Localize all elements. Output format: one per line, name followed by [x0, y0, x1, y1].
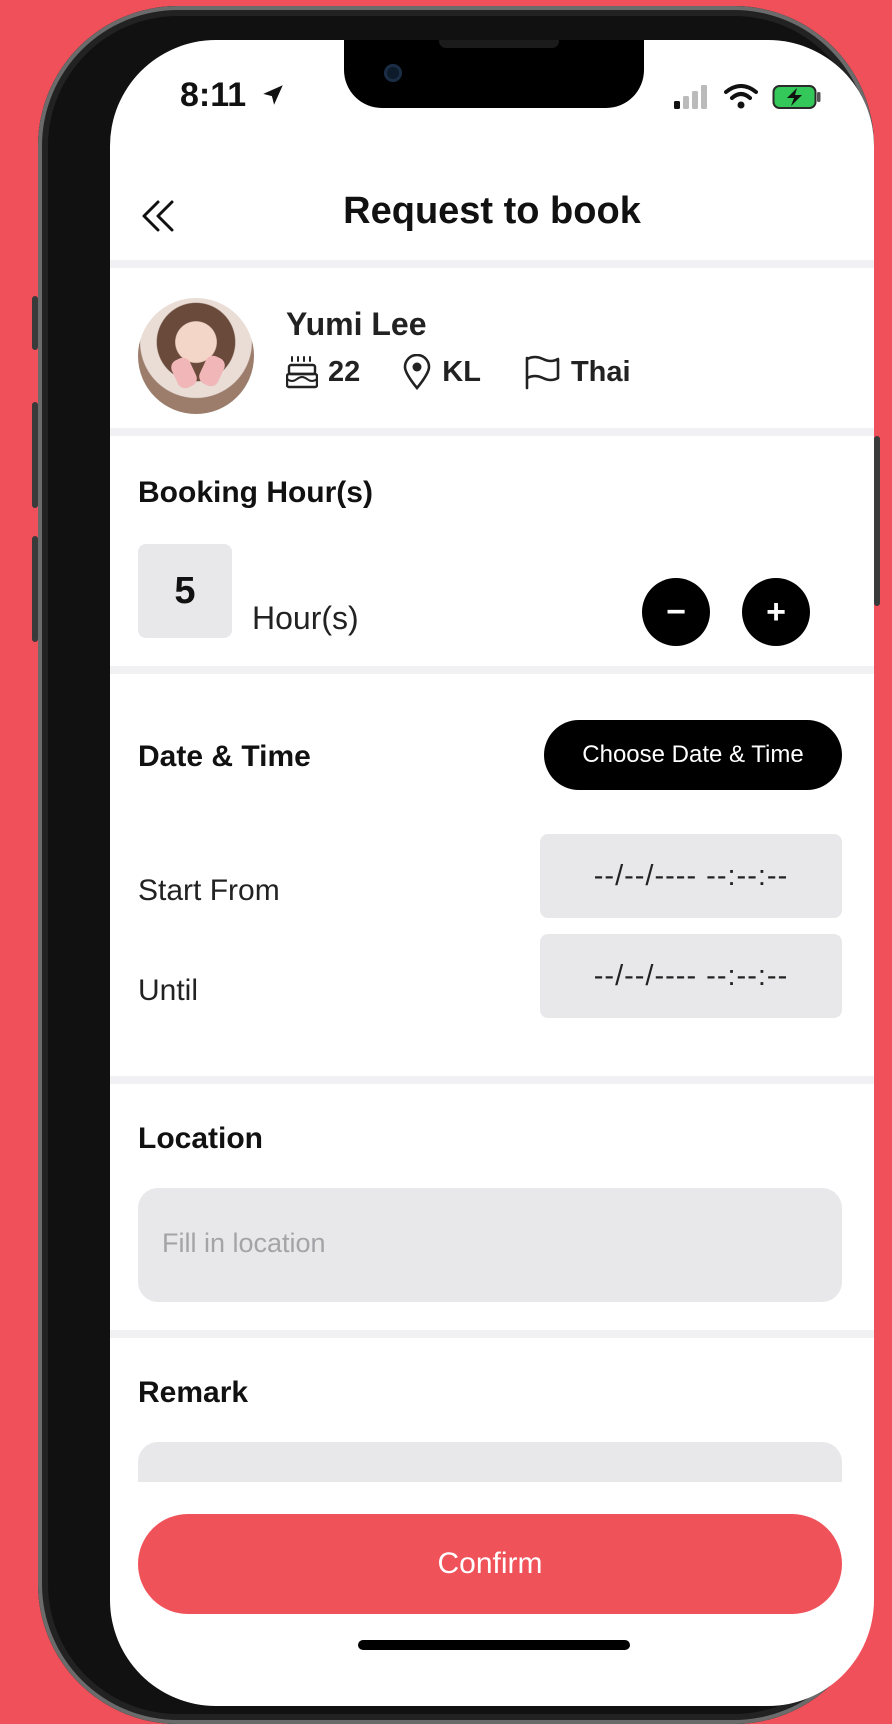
profile-location: KL: [442, 355, 481, 388]
profile-meta: 22 KL Thai: [286, 354, 631, 390]
location-input[interactable]: Fill in location: [138, 1188, 842, 1302]
profile-summary: Yumi Lee 22 KL Thai: [110, 268, 874, 428]
choose-date-time-button[interactable]: Choose Date & Time: [544, 720, 842, 790]
remark-input[interactable]: [138, 1442, 842, 1482]
front-camera: [384, 64, 402, 82]
status-time-text: 8:11: [180, 76, 247, 114]
minus-icon: −: [666, 592, 686, 631]
home-indicator: [358, 1640, 630, 1650]
divider: [110, 1076, 874, 1084]
volume-down-button: [32, 536, 38, 642]
silent-switch: [32, 296, 38, 350]
power-button: [874, 436, 880, 606]
flag-icon: [525, 355, 560, 390]
divider: [110, 260, 874, 268]
location-label: Location: [138, 1122, 263, 1155]
page-title: Request to book: [343, 190, 641, 232]
phone-frame: 8:11 Request to book Yumi Lee 22 KL Thai…: [32, 6, 880, 1724]
divider: [110, 428, 874, 436]
divider: [110, 1330, 874, 1338]
until-datetime-field[interactable]: --/--/---- --:--:--: [540, 934, 842, 1018]
start-from-label: Start From: [138, 874, 280, 907]
avatar[interactable]: [138, 298, 254, 414]
birthday-cake-icon: [286, 356, 318, 389]
hours-unit-label: Hour(s): [252, 600, 359, 636]
battery-charging-icon: [772, 85, 821, 109]
profile-nationality: Thai: [570, 355, 631, 388]
notch: [344, 40, 644, 108]
profile-age: 22: [328, 355, 361, 388]
app-screen: 8:11 Request to book Yumi Lee 22 KL Thai…: [110, 40, 874, 1706]
status-time: 8:11: [180, 76, 286, 115]
signal-icon: [674, 85, 707, 109]
location-arrow-icon: [262, 85, 283, 105]
wifi-icon: [724, 84, 758, 109]
plus-icon: +: [766, 592, 786, 631]
profile-name: Yumi Lee: [286, 306, 427, 342]
volume-up-button: [32, 402, 38, 508]
hours-value[interactable]: 5: [138, 544, 232, 638]
location-placeholder: Fill in location: [162, 1228, 326, 1258]
status-icons: [674, 84, 822, 110]
until-label: Until: [138, 974, 199, 1007]
decrease-hours-button[interactable]: −: [642, 578, 710, 646]
booking-hours-label: Booking Hour(s): [138, 476, 373, 509]
remark-label: Remark: [138, 1376, 249, 1409]
map-pin-icon: [403, 354, 431, 390]
date-time-label: Date & Time: [138, 740, 311, 773]
top-bar: Request to book: [110, 160, 874, 260]
divider: [110, 666, 874, 674]
increase-hours-button[interactable]: +: [742, 578, 810, 646]
start-datetime-field[interactable]: --/--/---- --:--:--: [540, 834, 842, 918]
confirm-button[interactable]: Confirm: [138, 1514, 842, 1614]
speaker: [439, 40, 559, 48]
